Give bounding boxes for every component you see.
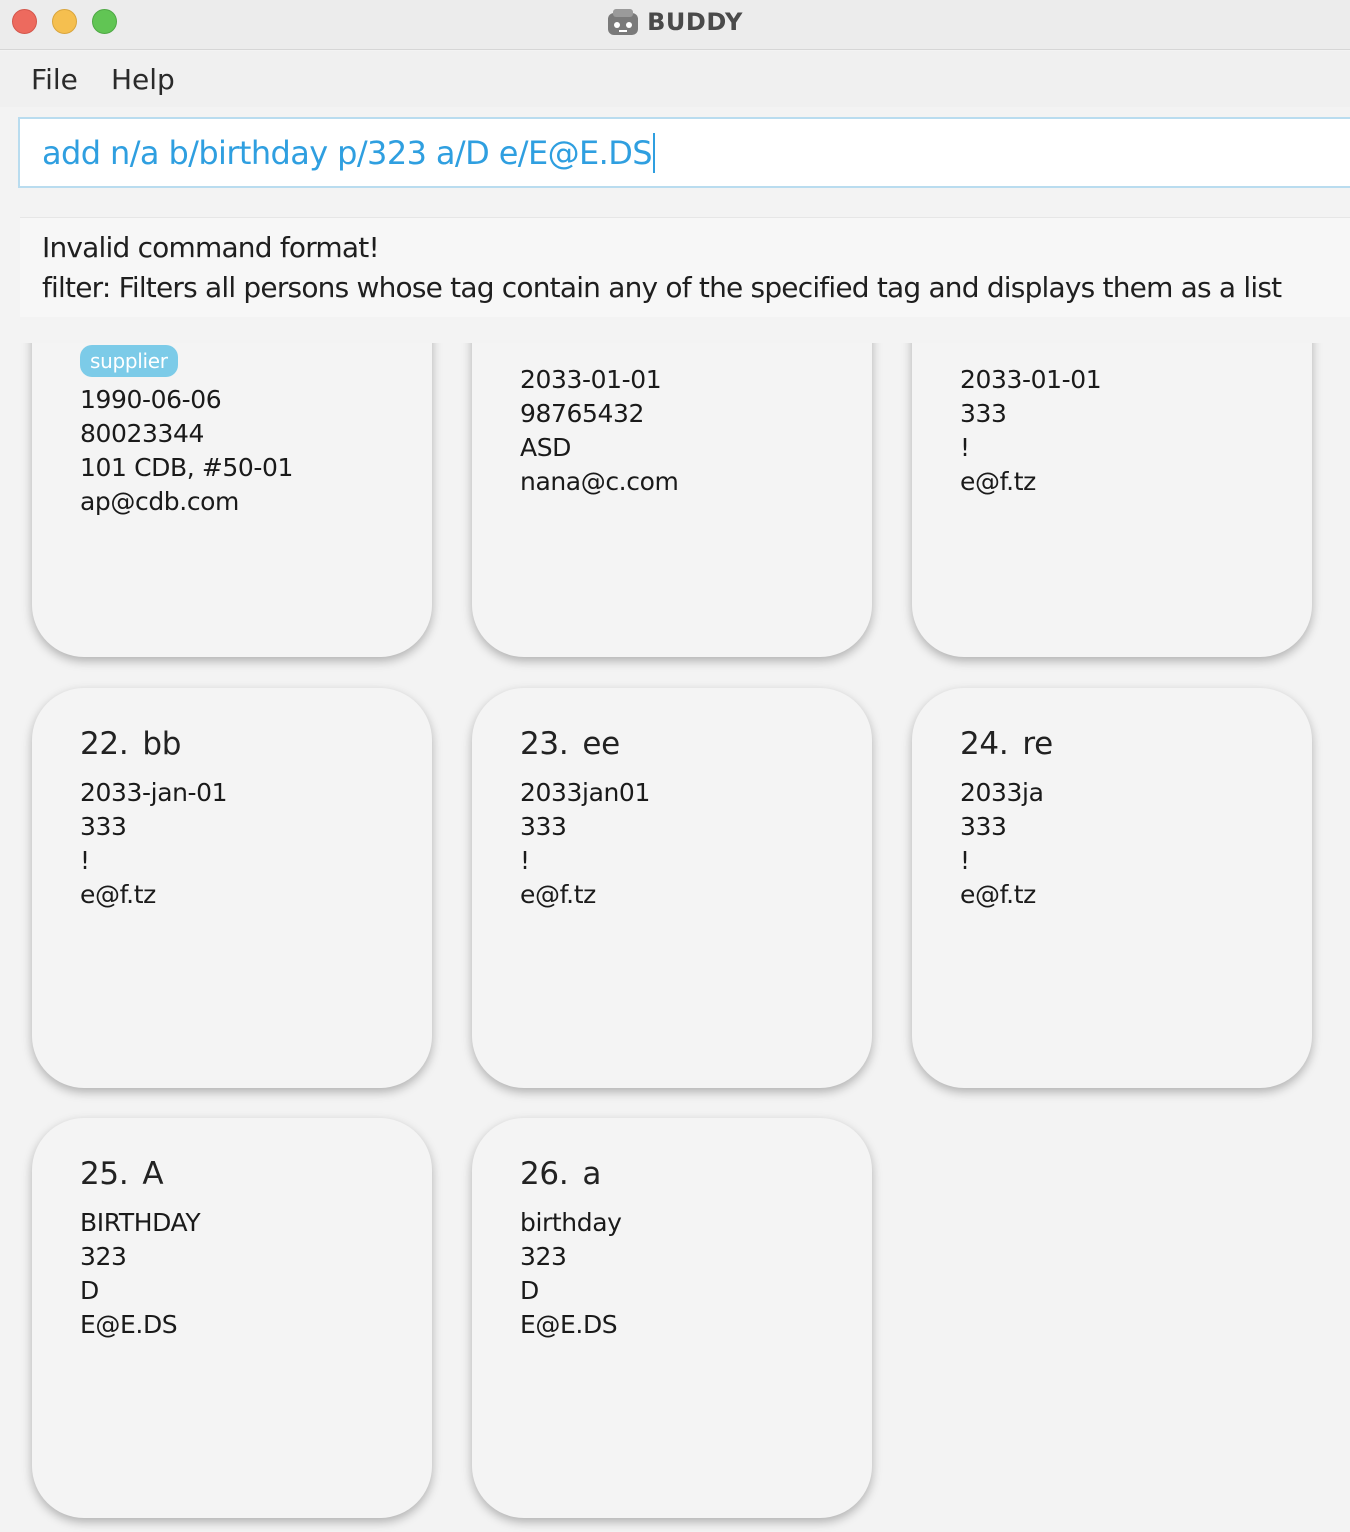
- person-phone: 333: [80, 812, 127, 841]
- person-address: !: [520, 846, 530, 875]
- person-name-row: 26. a: [520, 1156, 872, 1192]
- person-index: 26.: [520, 1156, 569, 1192]
- person-name: ee: [582, 726, 620, 762]
- person-name: A: [142, 1156, 164, 1192]
- person-phone: 98765432: [520, 399, 645, 428]
- person-phone: 333: [960, 399, 1007, 428]
- person-phone: 333: [520, 812, 567, 841]
- result-line-2: filter: Filters all persons whose tag co…: [42, 271, 1282, 304]
- window-title-group: BUDDY: [0, 6, 1350, 38]
- person-email: e@f.tz: [520, 880, 596, 909]
- command-input[interactable]: add n/a b/birthday p/323 a/D e/E@E.DS: [18, 117, 1350, 188]
- person-address: !: [960, 846, 970, 875]
- person-birthday: birthday: [520, 1208, 622, 1237]
- person-address: !: [80, 846, 90, 875]
- person-name: bb: [142, 726, 182, 762]
- window-title: BUDDY: [647, 8, 743, 36]
- person-address: 101 CDB, #50-01: [80, 453, 294, 482]
- person-address: D: [80, 1276, 99, 1305]
- menu-help[interactable]: Help: [111, 63, 175, 96]
- person-phone: 333: [960, 812, 1007, 841]
- person-index: 23.: [520, 726, 569, 762]
- person-card[interactable]: supplier 1990-06-06 80023344 101 CDB, #5…: [32, 343, 432, 657]
- person-email: e@f.tz: [80, 880, 156, 909]
- result-line-1: Invalid command format!: [42, 231, 380, 264]
- person-index: 22.: [80, 726, 129, 762]
- command-input-text: add n/a b/birthday p/323 a/D e/E@E.DS: [42, 133, 653, 172]
- person-birthday: 2033ja: [960, 778, 1044, 807]
- person-card[interactable]: 2033-01-01 98765432 ASD nana@c.com: [472, 343, 872, 657]
- person-name: a: [582, 1156, 602, 1192]
- app-logo-icon: [608, 9, 639, 35]
- menu-bar: File Help: [0, 51, 1350, 107]
- person-list[interactable]: supplier 1990-06-06 80023344 101 CDB, #5…: [0, 343, 1350, 1532]
- person-card[interactable]: 23. ee 2033jan01 333 ! e@f.tz: [472, 688, 872, 1088]
- person-email: E@E.DS: [80, 1310, 178, 1339]
- text-caret: [652, 132, 655, 173]
- person-phone: 323: [520, 1242, 567, 1271]
- person-name-row: 23. ee: [520, 726, 872, 762]
- person-email: ap@cdb.com: [80, 487, 240, 516]
- person-card[interactable]: 22. bb 2033-jan-01 333 ! e@f.tz: [32, 688, 432, 1088]
- person-phone: 323: [80, 1242, 127, 1271]
- menu-file[interactable]: File: [31, 63, 78, 96]
- person-index: 24.: [960, 726, 1009, 762]
- person-birthday: 2033-jan-01: [80, 778, 228, 807]
- person-card[interactable]: 24. re 2033ja 333 ! e@f.tz: [912, 688, 1312, 1088]
- person-birthday: 2033-01-01: [960, 365, 1102, 394]
- person-card[interactable]: 25. A BIRTHDAY 323 D E@E.DS: [32, 1118, 432, 1518]
- person-phone: 80023344: [80, 419, 205, 448]
- person-name: re: [1022, 726, 1053, 762]
- person-card[interactable]: 2033-01-01 333 ! e@f.tz: [912, 343, 1312, 657]
- person-birthday: BIRTHDAY: [80, 1208, 201, 1237]
- person-address: !: [960, 433, 970, 462]
- person-name-row: 22. bb: [80, 726, 432, 762]
- person-name-row: 25. A: [80, 1156, 432, 1192]
- person-email: E@E.DS: [520, 1310, 618, 1339]
- person-email: e@f.tz: [960, 467, 1036, 496]
- result-display: Invalid command format! filter: Filters …: [20, 217, 1350, 317]
- title-bar: BUDDY: [0, 0, 1350, 50]
- person-address: D: [520, 1276, 539, 1305]
- person-email: e@f.tz: [960, 880, 1036, 909]
- person-address: ASD: [520, 433, 572, 462]
- person-email: nana@c.com: [520, 467, 679, 496]
- person-name-row: 24. re: [960, 726, 1312, 762]
- person-index: 25.: [80, 1156, 129, 1192]
- person-birthday: 1990-06-06: [80, 385, 222, 414]
- person-birthday: 2033-01-01: [520, 365, 662, 394]
- person-card[interactable]: 26. a birthday 323 D E@E.DS: [472, 1118, 872, 1518]
- tag-badge: supplier: [80, 345, 178, 377]
- person-birthday: 2033jan01: [520, 778, 650, 807]
